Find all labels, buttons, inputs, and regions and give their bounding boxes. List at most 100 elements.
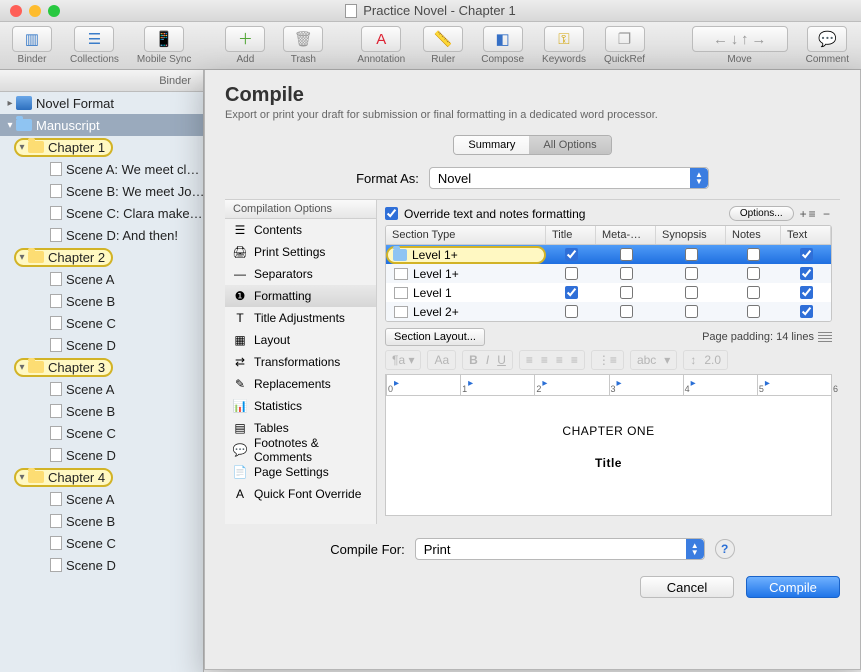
option-formatting[interactable]: ❶Formatting	[225, 285, 376, 307]
toolbar-ruler[interactable]: 📏Ruler	[417, 24, 469, 65]
toolbar-trash[interactable]: 🗑Trash	[277, 24, 329, 65]
tree-row[interactable]: Scene A	[0, 268, 203, 290]
toolbar-move[interactable]: ← ↓ ↑ → Move	[686, 24, 794, 65]
option-page-settings[interactable]: 📄Page Settings	[225, 461, 376, 483]
tab-stop-icon[interactable]: ▸	[394, 378, 399, 389]
tree-row[interactable]: ▾Chapter 1	[0, 136, 203, 158]
toolbar-comment[interactable]: 💬Comment	[800, 24, 855, 65]
tab-stop-icon[interactable]: ▸	[542, 378, 547, 389]
option-contents[interactable]: ☰Contents	[225, 219, 376, 241]
column-header[interactable]: Notes	[726, 226, 781, 244]
underline-button[interactable]: U	[497, 353, 506, 367]
tree-row[interactable]: Scene C	[0, 532, 203, 554]
compile-for-popup[interactable]: Print ▲▼	[415, 538, 705, 560]
text-ruler[interactable]: 0▸1▸2▸3▸4▸5▸6	[385, 374, 832, 396]
tree-row[interactable]: ▾Chapter 3	[0, 356, 203, 378]
option-title-adjustments[interactable]: TTitle Adjustments	[225, 307, 376, 329]
section-checkbox[interactable]	[747, 267, 760, 280]
section-checkbox[interactable]	[565, 286, 578, 299]
font-picker[interactable]: Aa	[434, 353, 449, 367]
tab-summary[interactable]: Summary	[454, 136, 529, 154]
tree-row[interactable]: Scene D	[0, 334, 203, 356]
toolbar-binder[interactable]: ▥Binder	[6, 24, 58, 65]
tree-row[interactable]: ▾Chapter 4	[0, 466, 203, 488]
tree-row[interactable]: Scene B	[0, 400, 203, 422]
section-checkbox[interactable]	[747, 248, 760, 261]
option-layout[interactable]: ▦Layout	[225, 329, 376, 351]
tab-stop-icon[interactable]: ▸	[617, 378, 622, 389]
tree-row[interactable]: Scene B	[0, 510, 203, 532]
toolbar-collections[interactable]: ☰Collections	[64, 24, 125, 65]
align-center-button[interactable]: ≡	[541, 353, 548, 367]
table-row[interactable]: Level 1	[386, 283, 831, 302]
section-checkbox[interactable]	[747, 305, 760, 318]
option-footnotes-comments[interactable]: 💬Footnotes & Comments	[225, 439, 376, 461]
toolbar-add[interactable]: ＋Add	[219, 24, 271, 65]
section-checkbox[interactable]	[620, 267, 633, 280]
tab-all-options[interactable]: All Options	[529, 136, 610, 154]
table-row[interactable]: Level 2+	[386, 302, 831, 321]
help-button[interactable]: ?	[715, 539, 735, 559]
tree-row[interactable]: Scene D	[0, 444, 203, 466]
italic-button[interactable]: I	[486, 353, 489, 367]
paragraph-style-popup[interactable]: ¶a ▾	[385, 350, 421, 370]
override-formatting-checkbox[interactable]	[385, 207, 398, 220]
cancel-button[interactable]: Cancel	[640, 576, 734, 598]
table-row[interactable]: Level 1+	[386, 264, 831, 283]
section-checkbox[interactable]	[747, 286, 760, 299]
section-checkbox[interactable]	[565, 248, 578, 261]
section-layout-button[interactable]: Section Layout...	[385, 328, 485, 346]
section-checkbox[interactable]	[800, 267, 813, 280]
section-checkbox[interactable]	[620, 286, 633, 299]
align-justify-button[interactable]: ≡	[571, 353, 578, 367]
abc-popup[interactable]: abc ▾	[630, 350, 677, 370]
format-as-popup[interactable]: Novel ▲▼	[429, 167, 709, 189]
toolbar-quickref[interactable]: ❐QuickRef	[598, 24, 651, 65]
tree-row[interactable]: Scene D	[0, 554, 203, 576]
options-button[interactable]: Options...	[729, 206, 794, 221]
table-row[interactable]: Level 1+	[386, 245, 831, 264]
tree-row[interactable]: Scene B	[0, 290, 203, 312]
section-checkbox[interactable]	[685, 305, 698, 318]
section-checkbox[interactable]	[565, 267, 578, 280]
tree-row[interactable]: Scene A	[0, 378, 203, 400]
tree-row[interactable]: Scene A: We meet cl…	[0, 158, 203, 180]
section-checkbox[interactable]	[685, 248, 698, 261]
tree-row[interactable]: Scene A	[0, 488, 203, 510]
binder-tree[interactable]: ▸Novel Format▾Manuscript▾Chapter 1Scene …	[0, 92, 203, 576]
option-print-settings[interactable]: 🖨Print Settings	[225, 241, 376, 263]
section-checkbox[interactable]	[800, 248, 813, 261]
align-left-button[interactable]: ≡	[526, 353, 533, 367]
list-style-popup[interactable]: ⋮≡	[591, 350, 624, 370]
toolbar-mobile-sync[interactable]: 📱Mobile Sync	[131, 24, 197, 65]
section-checkbox[interactable]	[685, 286, 698, 299]
tree-row[interactable]: ▸Novel Format	[0, 92, 203, 114]
bold-button[interactable]: B	[469, 353, 478, 367]
section-checkbox[interactable]	[685, 267, 698, 280]
option-statistics[interactable]: 📊Statistics	[225, 395, 376, 417]
section-checkbox[interactable]	[800, 286, 813, 299]
tree-row[interactable]: Scene C	[0, 312, 203, 334]
column-header[interactable]: Synopsis	[656, 226, 726, 244]
add-remove-control[interactable]: +≡ −	[800, 207, 832, 221]
option-replacements[interactable]: ✎Replacements	[225, 373, 376, 395]
option-separators[interactable]: —Separators	[225, 263, 376, 285]
column-header[interactable]: Text	[781, 226, 831, 244]
section-checkbox[interactable]	[800, 305, 813, 318]
tree-row[interactable]: Scene D: And then!	[0, 224, 203, 246]
section-checkbox[interactable]	[620, 248, 633, 261]
column-header[interactable]: Meta-…	[596, 226, 656, 244]
option-transformations[interactable]: ⇄Transformations	[225, 351, 376, 373]
tree-row[interactable]: ▾Manuscript	[0, 114, 203, 136]
toolbar-keywords[interactable]: ⚿Keywords	[536, 24, 592, 65]
tree-row[interactable]: Scene C: Clara make…	[0, 202, 203, 224]
column-header[interactable]: Title	[546, 226, 596, 244]
tab-stop-icon[interactable]: ▸	[468, 378, 473, 389]
column-header[interactable]: Section Type	[386, 226, 546, 244]
section-checkbox[interactable]	[565, 305, 578, 318]
line-spacing-field[interactable]: ↕ 2.0	[683, 350, 728, 370]
compile-button[interactable]: Compile	[746, 576, 840, 598]
toolbar-compose[interactable]: ◧Compose	[475, 24, 530, 65]
align-right-button[interactable]: ≡	[556, 353, 563, 367]
tab-stop-icon[interactable]: ▸	[691, 378, 696, 389]
